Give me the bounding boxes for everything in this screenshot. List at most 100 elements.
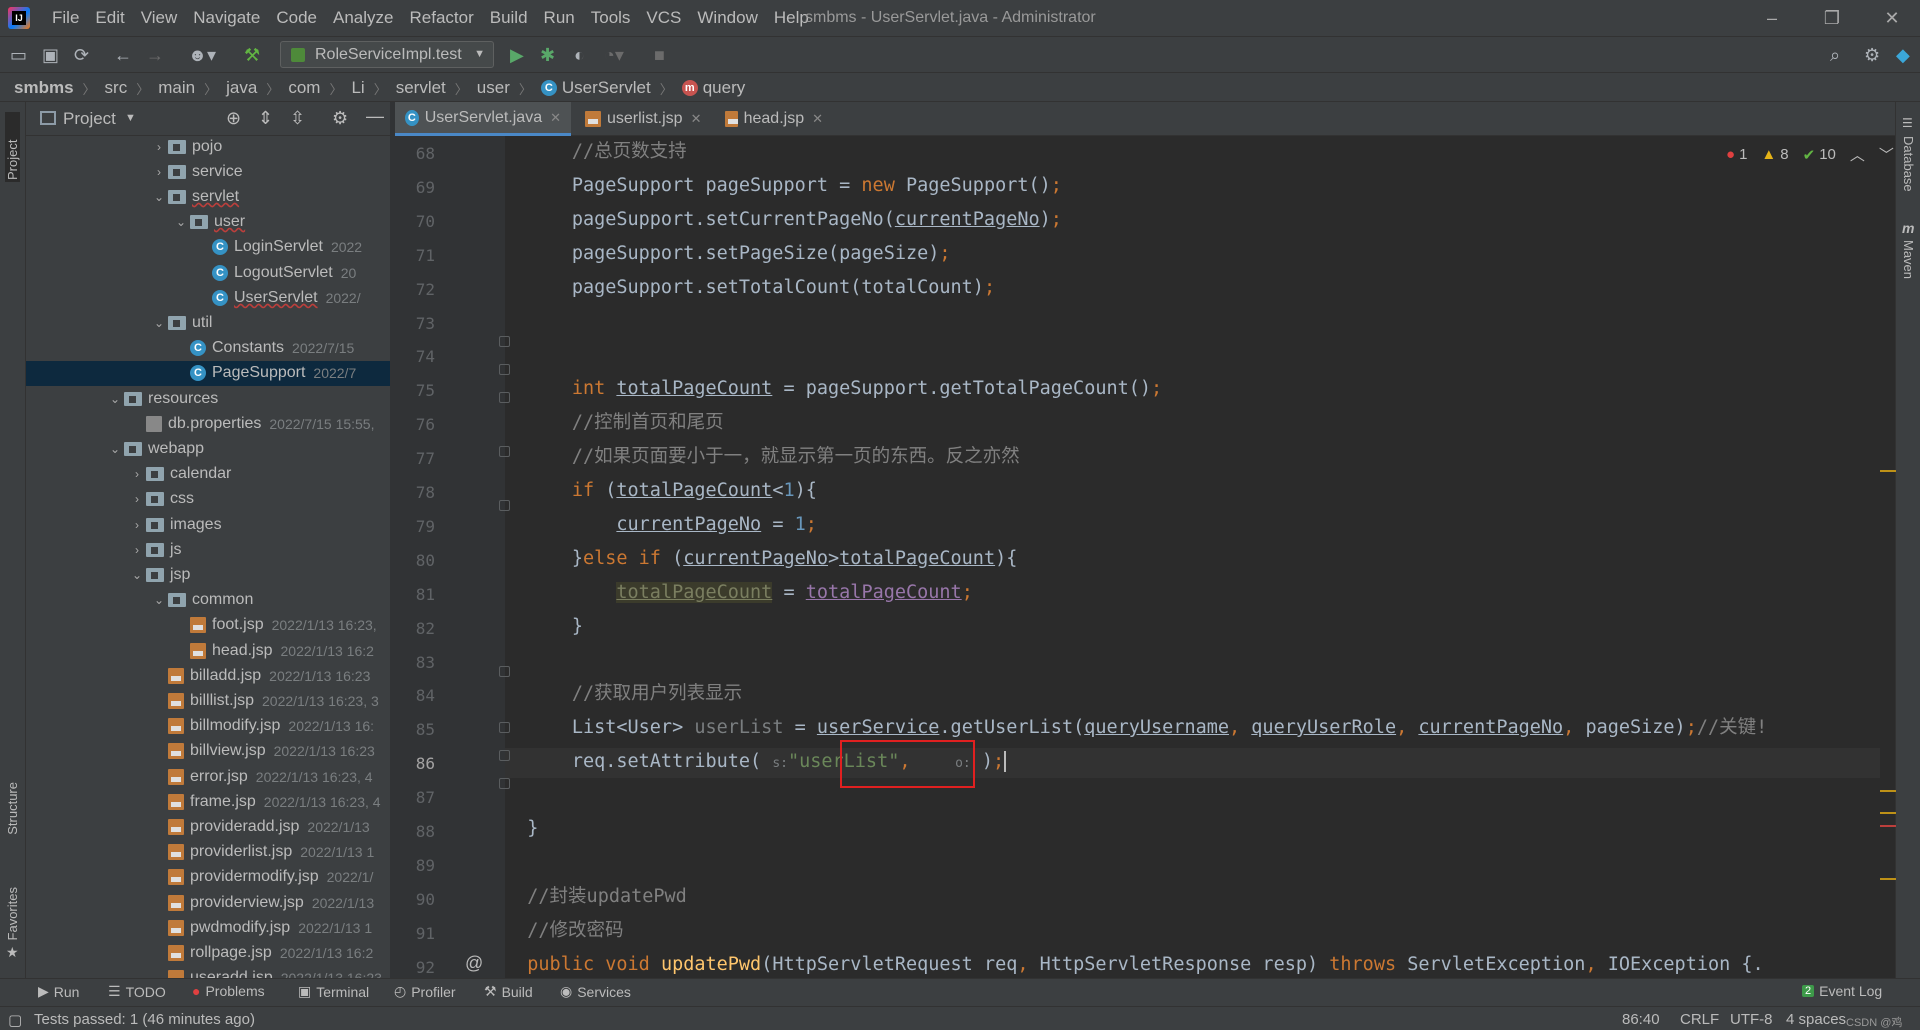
chevron-down-icon[interactable]: ⌄ [150,593,168,607]
override-at-icon[interactable]: @ [465,953,483,974]
line-number[interactable]: 87 [395,788,435,808]
build-hammer-icon[interactable]: ⚒ [244,45,260,65]
favorites-tool-tab[interactable]: Favorites [5,887,20,940]
profile-icon[interactable]: ◔▾ [604,45,624,65]
fold-marker-icon[interactable] [499,778,510,789]
tree-item[interactable]: db.properties 2022/7/15 15:55, [128,411,375,436]
file-encoding[interactable]: UTF-8 [1730,1011,1773,1028]
chevron-down-icon[interactable]: ⌄ [106,392,124,406]
breadcrumb-item[interactable]: query [703,78,746,98]
tab-userservlet-java[interactable]: C UserServlet.java ✕ [395,102,571,136]
build-tool-button[interactable]: ⚒ Build [484,983,533,1000]
fold-marker-icon[interactable] [499,666,510,677]
line-number[interactable]: 69 [395,178,435,198]
tree-item[interactable]: › pojo [150,136,230,159]
tree-item[interactable]: ⌄ user [172,210,253,235]
project-panel-title[interactable]: Project [63,109,116,129]
menu-tools[interactable]: Tools [583,8,639,28]
hide-panel-icon[interactable]: — [366,106,384,127]
chevron-up-icon[interactable]: ︿ [1850,144,1865,165]
coverage-icon[interactable]: ◐ [574,45,585,65]
chevron-right-icon[interactable]: › [128,518,146,532]
services-tool-button[interactable]: ◉ Services [560,983,631,1000]
tree-item[interactable]: provideradd.jsp 2022/1/13 [150,814,370,839]
tree-item[interactable]: ⌄ servlet [150,184,247,209]
breadcrumb-item[interactable]: com [288,78,320,98]
close-button[interactable]: ✕ [1872,4,1912,32]
toolbox-icon[interactable]: ◆ [1896,45,1910,65]
chevron-right-icon[interactable]: › [128,492,146,506]
chevron-down-icon[interactable]: ⌄ [172,215,190,229]
line-number[interactable]: 92 [395,958,435,978]
line-number[interactable]: 70 [395,212,435,232]
forward-arrow-icon[interactable]: → [146,45,164,65]
menu-edit[interactable]: Edit [87,8,132,28]
tree-item[interactable]: › js [128,537,190,562]
chevron-right-icon[interactable]: › [128,467,146,481]
restore-button[interactable]: ❐ [1812,4,1852,32]
gear-icon[interactable]: ⚙ [332,108,348,129]
breadcrumb-item[interactable]: servlet [396,78,446,98]
line-number[interactable]: 84 [395,686,435,706]
menu-refactor[interactable]: Refactor [401,8,481,28]
breadcrumb-item[interactable]: smbms [14,78,74,98]
event-log-button[interactable]: 2 Event Log [1802,983,1882,999]
line-number[interactable]: 83 [395,653,435,673]
tree-item[interactable]: billview.jsp 2022/1/13 16:23 [150,739,375,764]
caret-position[interactable]: 86:40 [1622,1011,1660,1028]
tree-item[interactable]: C Constants 2022/7/15 [172,336,354,361]
tree-item[interactable]: › calendar [128,462,239,487]
fold-marker-icon[interactable] [499,722,510,733]
todo-tool-button[interactable]: ☰ TODO [108,983,166,1000]
line-number[interactable]: 80 [395,551,435,571]
profiler-tool-button[interactable]: ◴ Profiler [394,983,456,1000]
debug-icon[interactable]: ✱ [540,45,555,65]
line-number[interactable]: 77 [395,449,435,469]
line-separator[interactable]: CRLF [1680,1011,1719,1028]
line-number[interactable]: 86 [395,754,435,774]
gear-icon[interactable]: ⚙ [1864,45,1880,65]
close-icon[interactable]: ✕ [550,110,561,126]
run-icon[interactable]: ▶ [510,45,524,65]
breadcrumb-item[interactable]: UserServlet [562,78,651,98]
line-number[interactable]: 81 [395,585,435,605]
tree-item[interactable]: head.jsp 2022/1/13 16:2 [172,638,374,663]
structure-tool-tab[interactable]: Structure [5,782,20,835]
tree-item[interactable]: ⌄ resources [106,386,226,411]
sync-icon[interactable]: ⟳ [74,45,89,65]
save-icon[interactable]: ▣ [42,45,59,65]
tree-item[interactable]: providermodify.jsp 2022/1/ [150,865,373,890]
chevron-down-icon[interactable]: ⌄ [106,442,124,456]
locate-icon[interactable]: ⊕ [226,108,241,129]
menu-run[interactable]: Run [536,8,583,28]
breadcrumb-item[interactable]: src [105,78,128,98]
back-arrow-icon[interactable]: ← [114,45,132,65]
menu-analyze[interactable]: Analyze [325,8,401,28]
error-stripe-mark[interactable] [1880,825,1896,827]
chevron-right-icon[interactable]: › [150,165,168,179]
status-panel-icon[interactable]: ▢ [8,1011,22,1029]
tree-item[interactable]: frame.jsp 2022/1/13 16:23, 4 [150,789,381,814]
terminal-tool-button[interactable]: ▣ Terminal [298,983,369,1000]
chevron-down-icon[interactable]: ⌄ [150,316,168,330]
line-number[interactable]: 85 [395,720,435,740]
tree-item[interactable]: › images [128,512,230,537]
problems-tool-button[interactable]: ● Problems [192,983,265,999]
tree-item[interactable]: billadd.jsp 2022/1/13 16:23 [150,663,370,688]
chevron-down-icon[interactable]: ﹀ [1879,144,1894,165]
tree-item[interactable]: rollpage.jsp 2022/1/13 16:2 [150,940,373,965]
tree-item[interactable]: › service [150,159,251,184]
user-dropdown-icon[interactable]: ☻▾ [188,45,216,65]
open-folder-icon[interactable]: ▭ [10,45,27,65]
error-stripe-mark[interactable] [1880,812,1896,814]
project-tool-tab[interactable]: Project [5,112,20,182]
menu-vcs[interactable]: VCS [638,8,689,28]
chevron-down-icon[interactable]: ⌄ [150,190,168,204]
tree-item[interactable]: billlist.jsp 2022/1/13 16:23, 3 [150,688,379,713]
fold-marker-icon[interactable] [499,336,510,347]
tree-item[interactable]: pwdmodify.jsp 2022/1/13 1 [150,915,372,940]
breadcrumb-item[interactable]: java [226,78,257,98]
maven-tool-tab[interactable]: Maven [1901,240,1916,279]
inspection-widget[interactable]: ● 1 ▲ 8 ✔ 10 ︿ ﹀ [1726,144,1894,165]
line-number[interactable]: 91 [395,924,435,944]
